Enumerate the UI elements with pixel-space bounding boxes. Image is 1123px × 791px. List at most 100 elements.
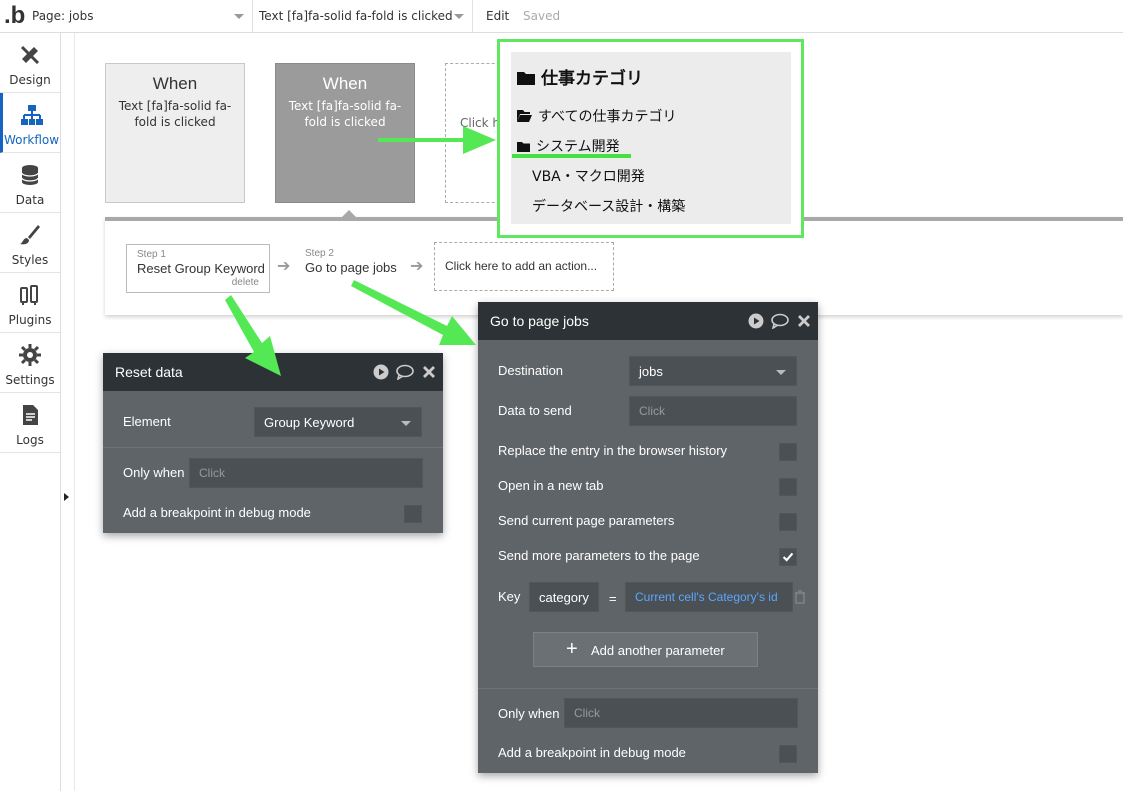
panel-title: Reset data	[115, 364, 183, 380]
data-to-send-input[interactable]: Click	[629, 396, 797, 426]
page-selector[interactable]: Page: jobs	[26, 0, 253, 32]
chevron-down-icon	[234, 14, 244, 19]
replace-history-label: Replace the entry in the browser history	[498, 443, 728, 458]
folder-icon	[517, 142, 530, 152]
sidebar-item-label: Workflow	[3, 133, 60, 147]
divider	[478, 688, 818, 689]
category-item-label: すべての仕事カテゴリ	[538, 109, 677, 125]
category-list: 仕事カテゴリ すべての仕事カテゴリ システム開発 VBA・マクロ開発 データベー…	[511, 52, 791, 224]
destination-value: jobs	[639, 364, 663, 379]
element-dropdown[interactable]: Group Keyword	[254, 407, 422, 437]
event-selector[interactable]: Text [fa]fa-solid fa-fold is clicked	[253, 0, 473, 32]
add-parameter-button[interactable]: + Add another parameter	[533, 632, 758, 667]
send-current-params-checkbox[interactable]	[779, 513, 797, 531]
collapse-toggle-icon[interactable]	[64, 493, 69, 501]
bubble-logo: .b	[4, 2, 26, 29]
sidebar-item-workflow[interactable]: Workflow	[0, 93, 60, 153]
play-icon[interactable]	[748, 313, 764, 329]
send-more-params-label: Send more parameters to the page	[498, 548, 700, 563]
equals-sign: =	[609, 591, 617, 606]
plug-icon	[20, 285, 38, 305]
close-icon[interactable]	[796, 313, 812, 329]
go-to-page-panel: Go to page jobs Destination jobs Data to…	[478, 302, 818, 773]
breakpoint-label: Add a breakpoint in debug mode	[123, 505, 311, 520]
close-icon[interactable]	[421, 364, 437, 380]
category-subitem[interactable]: VBA・マクロ開発	[532, 166, 645, 186]
category-subitem[interactable]: データベース設計・構築	[532, 196, 685, 216]
trash-icon[interactable]	[794, 590, 806, 604]
delete-step-link[interactable]: delete	[232, 277, 259, 288]
sidebar-item-styles[interactable]: Styles	[0, 213, 60, 273]
event-description: Text [fa]fa-solid fa-fold is clicked	[288, 99, 402, 129]
event-when: When	[152, 74, 198, 93]
comment-icon[interactable]	[771, 313, 789, 329]
destination-dropdown[interactable]: jobs	[629, 356, 797, 386]
new-tab-checkbox[interactable]	[779, 478, 797, 496]
edit-menu[interactable]: Edit	[486, 9, 509, 23]
step-name: Go to page jobs	[305, 260, 397, 275]
only-when-label: Only when	[123, 465, 185, 480]
database-icon	[21, 165, 39, 185]
data-to-send-label: Data to send	[498, 403, 572, 418]
event-card[interactable]: When Text [fa]fa-solid fa-fold is clicke…	[105, 63, 245, 203]
event-when: When	[322, 74, 368, 93]
step-number: Step 2	[305, 248, 334, 259]
sidebar-item-label: Design	[9, 73, 51, 87]
add-action-button[interactable]: Click here to add an action...	[434, 242, 614, 291]
selected-event-pointer	[342, 210, 356, 217]
replace-history-checkbox[interactable]	[779, 443, 797, 461]
sidebar-item-data[interactable]: Data	[0, 153, 60, 213]
send-current-params-label: Send current page parameters	[498, 513, 675, 528]
sidebar-item-settings[interactable]: Settings	[0, 333, 60, 393]
send-more-params-checkbox[interactable]	[779, 548, 797, 566]
event-card-selected[interactable]: When Text [fa]fa-solid fa-fold is clicke…	[275, 63, 415, 203]
param-value-input[interactable]: Current cell's Category's id	[625, 582, 793, 612]
sidebar-item-label: Plugins	[8, 313, 52, 327]
gear-icon	[19, 344, 41, 366]
sidebar-item-logs[interactable]: Logs	[0, 393, 60, 453]
element-value: Group Keyword	[264, 415, 355, 430]
comment-icon[interactable]	[396, 364, 414, 380]
panel-title: Go to page jobs	[490, 313, 589, 329]
checkmark-icon	[782, 552, 794, 562]
saved-status: Saved	[523, 9, 561, 23]
breakpoint-checkbox[interactable]	[779, 745, 797, 763]
divider	[103, 447, 443, 448]
action-step[interactable]: Step 2 Go to page jobs	[295, 244, 415, 293]
folder-open-icon	[517, 110, 532, 122]
sidebar-item-label: Logs	[16, 433, 44, 447]
breakpoint-checkbox[interactable]	[404, 505, 422, 523]
sidebar-item-label: Styles	[11, 253, 49, 267]
arrow-right-icon: ➔	[410, 256, 424, 275]
reset-data-panel: Reset data Element Group Keyword Only wh…	[103, 353, 443, 533]
step-name: Reset Group Keyword	[137, 261, 265, 276]
key-label: Key	[498, 589, 521, 604]
top-bar: .b Page: jobs Text [fa]fa-solid fa-fold …	[0, 0, 1123, 33]
category-item[interactable]: すべての仕事カテゴリ	[517, 106, 676, 126]
event-selector-label: Text [fa]fa-solid fa-fold is clicked	[259, 9, 453, 23]
add-event-card[interactable]: Click here to add an event...	[445, 63, 505, 203]
sidebar-item-label: Settings	[5, 373, 55, 387]
document-icon	[23, 405, 38, 425]
event-description: Text [fa]fa-solid fa-fold is clicked	[118, 99, 232, 129]
page-selector-label: Page: jobs	[32, 9, 94, 23]
category-title: 仕事カテゴリ	[517, 64, 643, 89]
element-label: Element	[123, 414, 171, 429]
play-icon[interactable]	[373, 364, 389, 380]
sidebar: Design Workflow Data Styles Plugins Sett…	[0, 33, 61, 791]
category-item[interactable]: システム開発	[517, 136, 620, 156]
param-key-input[interactable]: category	[529, 582, 599, 612]
action-step[interactable]: Step 1 Reset Group Keyword delete	[126, 244, 270, 293]
brush-icon	[20, 225, 40, 245]
only-when-input[interactable]: Click	[189, 458, 423, 488]
breakpoint-label: Add a breakpoint in debug mode	[498, 745, 686, 760]
only-when-label: Only when	[498, 706, 560, 721]
sidebar-item-design[interactable]: Design	[0, 33, 60, 93]
sidebar-item-plugins[interactable]: Plugins	[0, 273, 60, 333]
new-tab-label: Open in a new tab	[498, 478, 604, 493]
chevron-down-icon	[454, 14, 464, 19]
only-when-input[interactable]: Click	[564, 698, 798, 728]
plus-icon: +	[566, 638, 578, 660]
destination-label: Destination	[498, 363, 564, 378]
workflow-icon	[20, 105, 43, 125]
